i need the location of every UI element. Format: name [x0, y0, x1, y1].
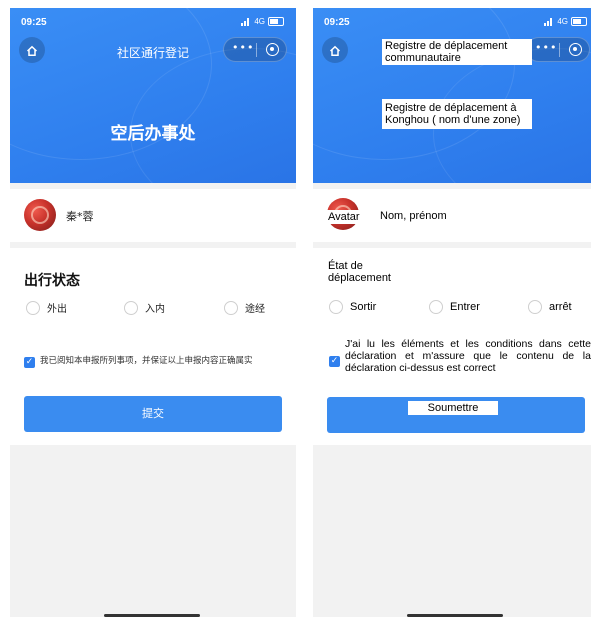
travel-form: 出行状态 外出 入内 途经 ✓ 我已阅知本申报所列事项，并保证以上申报内容正确属…	[10, 248, 296, 445]
avatar-label: Avatar	[326, 210, 371, 224]
radio-option-stop[interactable]: arrêt	[528, 300, 572, 314]
consent-row: ✓ J'ai lu les éléments et les conditions…	[329, 338, 591, 374]
header-banner: 09:25 4G 社区通行登记 ••• 空后办事处	[10, 8, 296, 183]
more-icon[interactable]: •••	[535, 41, 557, 54]
avatar	[24, 199, 56, 231]
checkmark-icon: ✓	[25, 357, 34, 367]
submit-label-translation: Soumettre	[408, 401, 498, 415]
radio-circle-icon	[528, 300, 542, 314]
consent-text: 我已阅知本申报所列事项，并保证以上申报内容正确属实	[40, 356, 253, 366]
battery-icon	[571, 17, 587, 26]
signal-icon	[544, 17, 554, 26]
home-indicator	[104, 614, 200, 617]
radio-label: arrêt	[549, 301, 572, 313]
nav-title-translation: Registre de déplacement communautaire	[382, 39, 532, 65]
radio-option-out[interactable]: 外出	[26, 300, 67, 315]
radio-label: 途经	[245, 304, 265, 315]
radio-option-pass[interactable]: 途经	[224, 300, 265, 315]
status-indicators: 4G	[544, 17, 587, 26]
consent-checkbox[interactable]: ✓	[24, 357, 35, 368]
radio-circle-icon	[224, 300, 238, 315]
status-time: 09:25	[324, 17, 350, 28]
radio-circle-icon	[26, 300, 40, 315]
user-name: Nom, prénom	[380, 210, 447, 222]
consent-text: J'ai lu les éléments et les conditions d…	[345, 338, 591, 374]
home-button[interactable]	[322, 37, 348, 63]
user-row: Avatar Nom, prénom	[313, 189, 591, 242]
office-title: 空后办事处	[110, 124, 196, 144]
mini-program-capsule: •••	[223, 37, 287, 62]
more-icon[interactable]: •••	[232, 41, 254, 54]
home-indicator	[407, 614, 503, 617]
network-label: 4G	[557, 17, 568, 26]
mini-program-capsule: •••	[526, 37, 590, 62]
submit-button[interactable]: 提交	[24, 396, 282, 432]
travel-form: État de déplacement Sortir Entrer arrêt …	[313, 248, 591, 445]
consent-checkbox[interactable]: ✓	[329, 356, 340, 367]
phone-screen-translated: 09:25 4G ••• Registre de déplacement com…	[313, 8, 591, 617]
radio-circle-icon	[124, 300, 138, 315]
radio-label: 入内	[145, 304, 165, 315]
capsule-divider	[559, 43, 560, 57]
office-title-translation: Registre de déplacement à Konghou ( nom …	[382, 99, 532, 129]
checkmark-icon: ✓	[330, 356, 339, 366]
radio-option-in[interactable]: 入内	[124, 300, 165, 315]
radio-label: Entrer	[450, 301, 480, 313]
section-title: 出行状态	[24, 273, 80, 289]
radio-option-out[interactable]: Sortir	[329, 300, 376, 314]
radio-label: 外出	[47, 304, 67, 315]
radio-circle-icon	[429, 300, 443, 314]
section-title: État de déplacement	[328, 260, 391, 284]
network-label: 4G	[254, 17, 265, 26]
close-target-icon[interactable]	[569, 43, 582, 56]
consent-row: ✓ 我已阅知本申报所列事项，并保证以上申报内容正确属实	[24, 355, 286, 368]
signal-icon	[241, 17, 251, 26]
phone-screen-original: 09:25 4G 社区通行登记 ••• 空后办事处 秦*蓉 出行状态 外出 入内…	[10, 8, 296, 617]
header-banner: 09:25 4G ••• Registre de déplacement com…	[313, 8, 591, 183]
user-row: 秦*蓉	[10, 189, 296, 242]
status-indicators: 4G	[241, 17, 284, 26]
home-icon	[329, 45, 341, 56]
user-name: 秦*蓉	[66, 210, 94, 223]
radio-circle-icon	[329, 300, 343, 314]
close-target-icon[interactable]	[266, 43, 279, 56]
battery-icon	[268, 17, 284, 26]
capsule-divider	[256, 43, 257, 57]
radio-label: Sortir	[350, 301, 377, 313]
radio-option-in[interactable]: Entrer	[429, 300, 480, 314]
status-time: 09:25	[21, 17, 47, 28]
